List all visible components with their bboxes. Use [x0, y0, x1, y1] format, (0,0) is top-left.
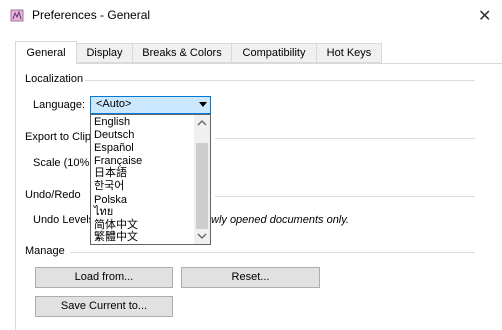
localization-group-label: Localization	[25, 73, 84, 85]
language-value: <Auto>	[96, 98, 132, 110]
tab-general[interactable]: General	[15, 41, 77, 64]
save-current-button[interactable]: Save Current to...	[35, 296, 173, 317]
app-icon	[10, 9, 24, 22]
tab-hot-keys[interactable]: Hot Keys	[316, 43, 382, 63]
option-japanese[interactable]: 日本語	[94, 167, 127, 180]
window-title: Preferences - General	[32, 8, 151, 22]
scrollbar-thumb[interactable]	[196, 143, 208, 229]
language-select[interactable]: <Auto>	[90, 96, 211, 114]
option-traditional-chinese[interactable]: 繁體中文	[94, 231, 138, 244]
tab-breaks-colors[interactable]: Breaks & Colors	[132, 43, 232, 63]
chevron-down-icon[interactable]	[199, 102, 207, 107]
manage-divider	[70, 252, 475, 253]
tab-display[interactable]: Display	[76, 43, 133, 63]
localization-divider	[85, 80, 475, 81]
language-label: Language:	[33, 99, 85, 111]
chevron-up-icon[interactable]	[197, 120, 207, 126]
scale-label: Scale (10%	[33, 157, 90, 169]
reset-button[interactable]: Reset...	[181, 267, 320, 288]
export-divider	[215, 138, 475, 139]
undo-note: wly opened documents only.	[211, 214, 349, 226]
title-bar: Preferences - General ✕	[0, 0, 502, 31]
undo-levels-label: Undo Levels	[33, 214, 95, 226]
load-from-button[interactable]: Load from...	[35, 267, 173, 288]
tab-compatibility[interactable]: Compatibility	[231, 43, 317, 63]
option-deutsch[interactable]: Deutsch	[94, 129, 134, 142]
export-group-label: Export to Clip	[25, 131, 92, 143]
manage-group-label: Manage	[25, 245, 65, 257]
option-espanol[interactable]: Español	[94, 142, 134, 155]
option-english[interactable]: English	[94, 116, 130, 129]
undo-divider	[215, 196, 475, 197]
option-korean[interactable]: 한국어	[94, 180, 124, 193]
language-dropdown-list: English Deutsch Español Française 日本語 한국…	[90, 114, 211, 245]
close-icon[interactable]: ✕	[478, 6, 491, 26]
chevron-down-icon[interactable]	[197, 233, 207, 239]
option-thai[interactable]: ไทย	[94, 206, 113, 219]
undo-group-label: Undo/Redo	[25, 189, 81, 201]
